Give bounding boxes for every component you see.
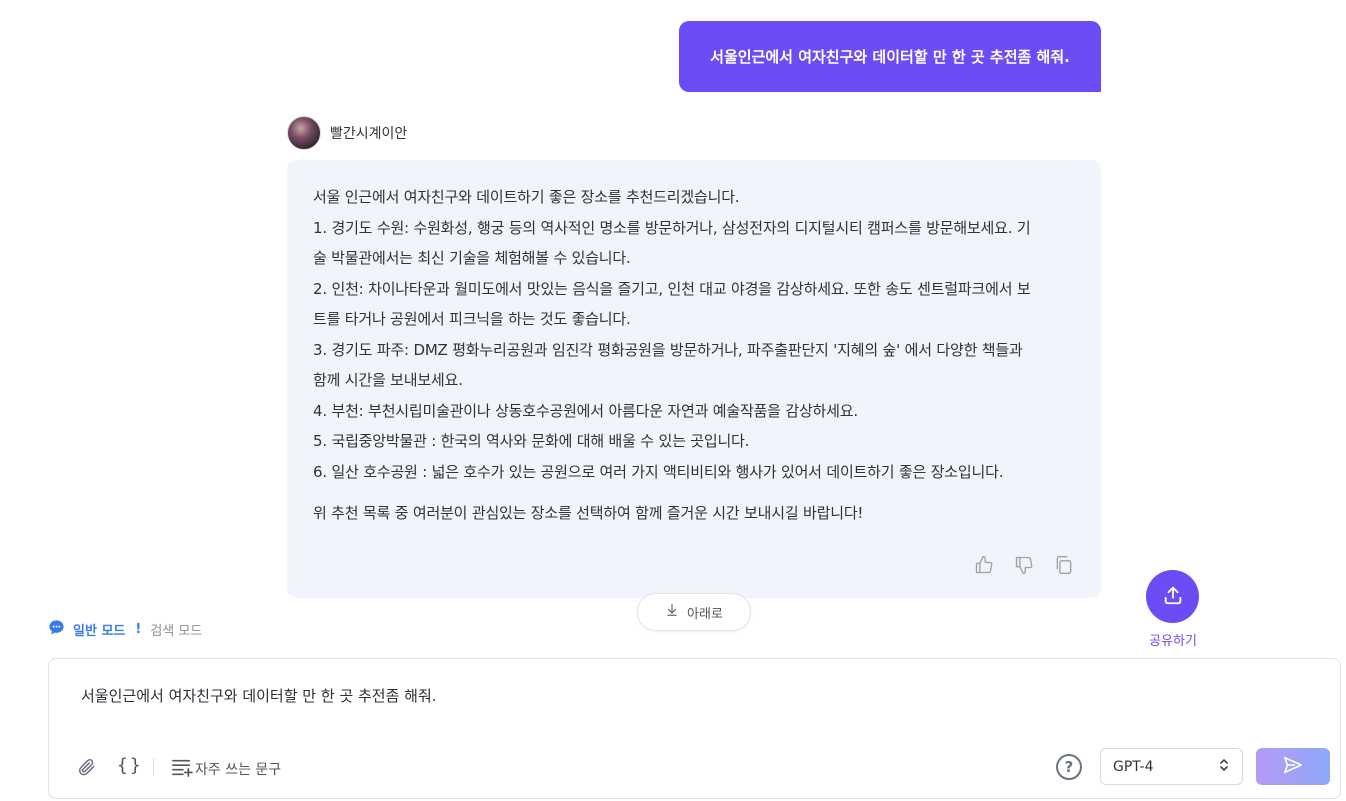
arrow-down-icon — [665, 603, 679, 621]
answer-line: 서울 인근에서 여자친구와 데이트하기 좋은 장소를 추천드리겠습니다. — [313, 188, 740, 206]
general-mode-toggle[interactable]: 일반 모드 — [73, 620, 125, 639]
frequent-phrases-label: 자주 쓰는 문구 — [195, 762, 282, 778]
updown-chevron-icon — [1218, 757, 1230, 777]
answer-line: 2. 인천: 차이나타운과 월미도에서 맛있는 음식을 즐기고, 인천 대교 야… — [313, 279, 1031, 298]
chat-input[interactable]: 서울인근에서 여자친구와 데이터할 만 한 곳 추전좀 해줘. — [81, 685, 437, 706]
model-select-value: GPT-4 — [1113, 758, 1154, 775]
copy-icon[interactable] — [1053, 554, 1075, 576]
chat-bubble-icon — [48, 619, 65, 640]
thumbs-down-icon[interactable] — [1013, 554, 1035, 576]
paperclip-icon[interactable] — [77, 757, 97, 777]
answer-line: 술 박물관에서는 최신 기술을 체험해볼 수 있습니다. — [313, 249, 631, 267]
answer-line: 트를 타거나 공원에서 피크닉을 하는 것도 좋습니다. — [313, 310, 631, 328]
answer-body: 서울 인근에서 여자친구와 데이트하기 좋은 장소를 추천드리겠습니다. 1. … — [313, 182, 1079, 529]
mode-bar: 일반 모드 ! 검색 모드 — [48, 619, 202, 640]
share-button[interactable] — [1146, 570, 1199, 623]
answer-line: 4. 부천: 부천시립미술관이나 상동호수공원에서 아름다운 자연과 예술작품을… — [313, 401, 858, 420]
send-button[interactable] — [1256, 748, 1330, 785]
answer-line: 5. 국립중앙박물관 : 한국의 역사와 문화에 대해 배울 수 있는 곳입니다… — [313, 432, 750, 450]
avatar — [287, 116, 321, 150]
user-message-text: 서울인근에서 여자친구와 데이터할 만 한 곳 추전좀 해줘. — [710, 48, 1070, 66]
answer-line: 함께 시간을 보내보세요. — [313, 371, 463, 389]
scroll-down-button[interactable]: 아래로 — [637, 593, 751, 631]
braces-icon[interactable]: {} — [117, 755, 143, 776]
bot-header: 빨간시계이안 — [287, 116, 407, 150]
answer-card: 서울 인근에서 여자친구와 데이트하기 좋은 장소를 추천드리겠습니다. 1. … — [287, 160, 1101, 598]
user-message-bubble: 서울인근에서 여자친구와 데이터할 만 한 곳 추전좀 해줘. — [679, 21, 1101, 92]
send-icon — [1282, 754, 1304, 780]
answer-line: 6. 일산 호수공원 : 넓은 호수가 있는 공원으로 여러 가지 액티비티와 … — [313, 462, 1004, 481]
chat-input-box[interactable]: 서울인근에서 여자친구와 데이터할 만 한 곳 추전좀 해줘. {} 자주 쓰는… — [48, 658, 1341, 799]
share-label: 공유하기 — [1149, 634, 1197, 649]
answer-actions — [973, 554, 1075, 576]
upload-icon — [1162, 584, 1184, 610]
bot-name: 빨간시계이안 — [330, 126, 408, 142]
thumbs-up-icon[interactable] — [973, 554, 995, 576]
help-icon[interactable]: ? — [1056, 754, 1082, 780]
answer-line: 1. 경기도 수원: 수원화성, 행궁 등의 역사적인 명소를 방문하거나, 삼… — [313, 218, 1031, 237]
frequent-phrases-button[interactable]: 자주 쓰는 문구 — [171, 757, 281, 781]
answer-line: 3. 경기도 파주: DMZ 평화누리공원과 임진각 평화공원을 방문하거나, … — [313, 340, 1023, 359]
search-mode-toggle[interactable]: 검색 모드 — [150, 620, 202, 639]
model-select[interactable]: GPT-4 — [1100, 748, 1243, 785]
scroll-down-label: 아래로 — [687, 606, 723, 622]
answer-closing: 위 추천 목록 중 여러분이 관심있는 장소를 선택하여 함께 즐거운 시간 보… — [313, 504, 864, 522]
list-add-icon — [171, 757, 193, 781]
toolbar-divider — [153, 758, 154, 776]
mode-separator: ! — [135, 622, 142, 637]
